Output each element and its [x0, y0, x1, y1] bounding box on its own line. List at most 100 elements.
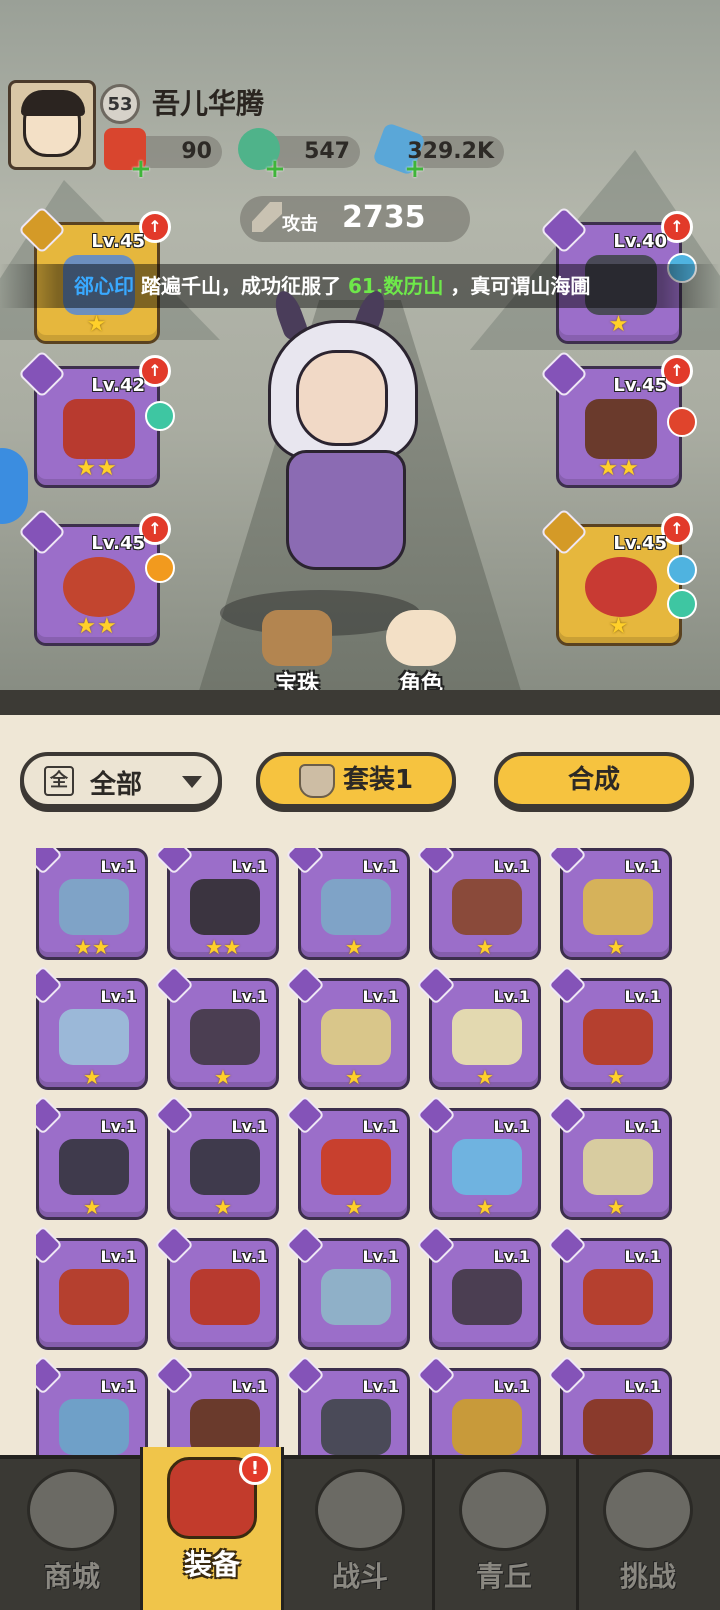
avatar-face — [21, 90, 85, 157]
attack-value: 2735 — [342, 200, 426, 235]
inventory-item[interactable]: Lv.1 ★ — [285, 965, 410, 1090]
player-avatar[interactable] — [8, 80, 96, 170]
amulet-icon — [539, 507, 589, 557]
inventory-item[interactable]: Lv.1 ★ — [547, 848, 672, 960]
treasure-chest-icon — [262, 610, 332, 666]
inventory-item[interactable]: Lv.1 — [36, 1355, 148, 1458]
resource-value: 90 — [181, 139, 212, 164]
star-rating: ★ — [86, 312, 108, 337]
hero-character[interactable] — [228, 287, 488, 620]
item-level: Lv.1 — [493, 857, 530, 876]
inventory-item[interactable]: Lv.1 — [36, 1225, 148, 1350]
resource-value: 547 — [304, 139, 350, 164]
item-type-icon — [285, 848, 325, 875]
inventory-item[interactable]: Lv.1 — [285, 1355, 410, 1458]
item-level: Lv.1 — [231, 987, 268, 1006]
inventory-item[interactable]: Lv.1 ★★ — [36, 848, 148, 960]
item-type-icon — [154, 1095, 194, 1135]
item-type-icon — [416, 1355, 456, 1395]
nav-tab-qingqiu[interactable]: 青丘 — [432, 1459, 576, 1610]
star-rating: ★ — [83, 1065, 101, 1089]
inventory-item[interactable]: Lv.1 ★ — [416, 848, 541, 960]
gems-button[interactable]: 宝珠 — [252, 610, 342, 698]
item-level: Lv.1 — [231, 857, 268, 876]
plus-icon[interactable]: + — [130, 154, 152, 184]
inventory-item[interactable]: Lv.1 — [154, 1355, 279, 1458]
equip-slot-ring[interactable]: ↑ Lv.45 ★★ — [17, 507, 175, 646]
nav-tab-battle[interactable]: 战斗 — [288, 1459, 432, 1610]
item-art-icon — [190, 1269, 260, 1325]
side-bubble-button[interactable] — [0, 448, 28, 524]
inventory-item[interactable]: Lv.1 — [547, 1225, 672, 1350]
item-level: Lv.1 — [231, 1377, 268, 1396]
hero-body — [286, 450, 406, 570]
craft-button[interactable]: 合成 — [494, 752, 694, 808]
item-type-icon — [547, 1225, 587, 1265]
item-type-icon — [36, 1355, 63, 1395]
battle-icon — [315, 1469, 405, 1551]
item-level: Lv.1 — [100, 1377, 137, 1396]
item-art-icon — [452, 879, 522, 935]
inventory-item[interactable]: Lv.1 — [285, 1225, 410, 1350]
inventory-item[interactable]: Lv.1 ★ — [154, 1095, 279, 1220]
item-level: Lv.1 — [100, 1247, 137, 1266]
resource-red-envelope[interactable]: + 90 — [104, 128, 222, 184]
helmet-icon — [63, 399, 135, 459]
resource-value: 329.2K — [407, 139, 494, 164]
hero-face — [296, 350, 388, 446]
inventory-item[interactable]: Lv.1 ★ — [547, 1095, 672, 1220]
star-rating: ★★ — [74, 935, 110, 959]
item-level: Lv.1 — [624, 857, 661, 876]
item-art-icon — [190, 1009, 260, 1065]
flower-bow-icon — [63, 557, 135, 617]
star-rating: ★ — [214, 1195, 232, 1219]
item-art-icon — [59, 1139, 129, 1195]
item-level: Lv.1 — [362, 1117, 399, 1136]
resource-crystal[interactable]: + 329.2K — [372, 122, 504, 184]
item-level: Lv.1 — [624, 1377, 661, 1396]
equip-slot-helmet[interactable]: ↑ Lv.42 ★★ — [17, 349, 175, 488]
item-level: Lv.1 — [624, 1117, 661, 1136]
item-art-icon — [59, 1009, 129, 1065]
inventory-item[interactable]: Lv.1 ★ — [285, 1095, 410, 1220]
attack-power-bar: 攻击 2735 — [240, 196, 470, 242]
inventory-item[interactable]: Lv.1 ★ — [36, 965, 148, 1090]
item-type-icon — [36, 848, 63, 875]
item-type-icon — [416, 965, 456, 1005]
player-level-badge: 53 — [100, 84, 140, 124]
marquee-player-name: 郤心印 — [74, 274, 134, 298]
inventory-item[interactable]: Lv.1 — [547, 1355, 672, 1458]
nav-tab-equipment[interactable]: ! 装备 — [140, 1447, 284, 1610]
inventory-item[interactable]: Lv.1 ★ — [416, 1095, 541, 1220]
role-button[interactable]: 角色 — [376, 610, 466, 698]
inventory-item[interactable]: Lv.1 ★ — [154, 965, 279, 1090]
inventory-item[interactable]: Lv.1 ★ — [36, 1095, 148, 1220]
star-rating: ★ — [345, 935, 363, 959]
plus-icon[interactable]: + — [264, 154, 286, 184]
item-art-icon — [452, 1139, 522, 1195]
inventory-item[interactable]: Lv.1 ★ — [547, 965, 672, 1090]
inventory-item[interactable]: Lv.1 ★ — [416, 965, 541, 1090]
item-art-icon — [321, 1009, 391, 1065]
item-type-icon — [36, 965, 63, 1005]
category-filter-dropdown[interactable]: 全 全部 — [20, 752, 222, 808]
inventory-item[interactable]: Lv.1 — [416, 1225, 541, 1350]
set-button[interactable]: 套装1 — [256, 752, 456, 808]
item-type-icon — [416, 1095, 456, 1135]
nav-tab-shop[interactable]: 商城 — [0, 1459, 144, 1610]
inventory-item[interactable]: Lv.1 — [154, 1225, 279, 1350]
item-type-icon — [547, 1095, 587, 1135]
equip-slot-boots[interactable]: ↑ Lv.45 ★★ — [539, 349, 697, 488]
equip-slot-amulet[interactable]: ↑ Lv.45 ★ — [539, 507, 697, 646]
star-rating: ★★ — [205, 935, 241, 959]
nav-tab-challenge[interactable]: 挑战 — [576, 1459, 720, 1610]
star-rating: ★ — [345, 1195, 363, 1219]
shop-icon — [27, 1469, 117, 1551]
inventory-item[interactable]: Lv.1 ★★ — [154, 848, 279, 960]
resource-jade[interactable]: + 547 — [238, 128, 360, 184]
star-rating: ★ — [607, 1065, 625, 1089]
mountain-icon — [459, 1469, 549, 1551]
inventory-item[interactable]: Lv.1 ★ — [285, 848, 410, 960]
inventory-item[interactable]: Lv.1 — [416, 1355, 541, 1458]
challenge-icon — [603, 1469, 693, 1551]
